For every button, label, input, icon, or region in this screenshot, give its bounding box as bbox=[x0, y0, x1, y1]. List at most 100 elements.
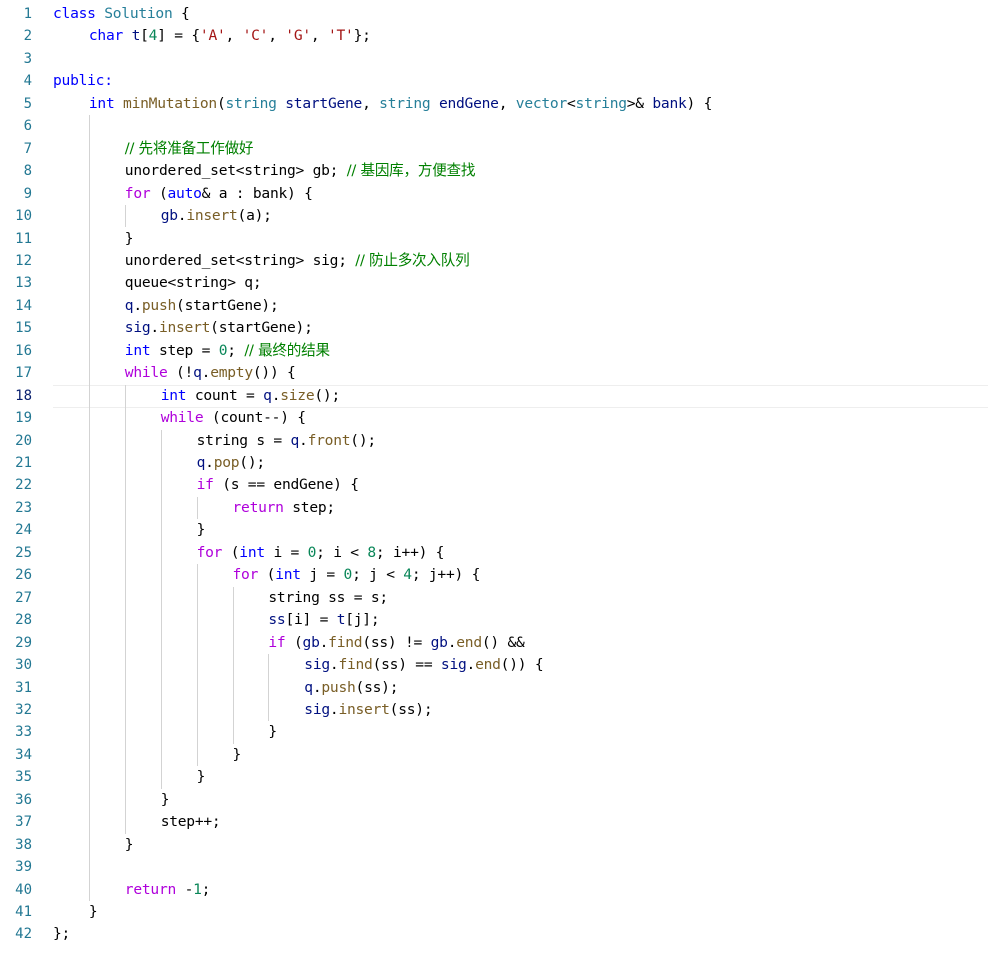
code-line[interactable]: 34} bbox=[0, 744, 988, 767]
code-line[interactable]: 19 while (count--) { bbox=[0, 407, 988, 430]
code-text: q.push(ss); bbox=[304, 677, 398, 700]
code-line[interactable]: 31 q.push(ss); bbox=[0, 677, 988, 700]
code-token: , bbox=[310, 27, 328, 45]
code-token: t bbox=[131, 27, 141, 45]
code-token: int bbox=[88, 94, 124, 112]
code-line[interactable]: 36} bbox=[0, 789, 988, 812]
code-token: . bbox=[201, 364, 211, 382]
code-line[interactable]: 39 bbox=[0, 856, 988, 879]
code-token: endGene bbox=[438, 94, 499, 112]
code-line[interactable]: 28 ss[i] = t[j]; bbox=[0, 609, 988, 632]
code-line[interactable]: 25 for (int i = 0; i < 8; i++) { bbox=[0, 542, 988, 565]
code-line[interactable]: 32 sig.insert(ss); bbox=[0, 699, 988, 722]
code-line[interactable]: 29 if (gb.find(ss) != gb.end() && bbox=[0, 632, 988, 655]
code-token: } bbox=[196, 768, 206, 786]
code-token: 4 bbox=[148, 27, 158, 45]
code-line[interactable]: 12 unordered_set<string> sig; // 防止多次入队列 bbox=[0, 250, 988, 273]
code-line[interactable]: 1 class Solution { bbox=[0, 3, 988, 26]
code-token: string bbox=[379, 94, 439, 112]
code-token: [i] = bbox=[285, 611, 337, 629]
code-token: for bbox=[232, 566, 267, 584]
code-token: & a : bank) { bbox=[201, 184, 313, 202]
line-number: 17 bbox=[15, 365, 32, 382]
code-line[interactable]: 41} bbox=[0, 901, 988, 924]
line-number: 7 bbox=[23, 140, 32, 157]
code-line[interactable]: 11} bbox=[0, 228, 988, 251]
code-token: q bbox=[193, 364, 202, 382]
code-line[interactable]: 24} bbox=[0, 519, 988, 542]
indent-guide bbox=[268, 654, 269, 722]
code-line[interactable]: 26 for (int j = 0; j < 4; j++) { bbox=[0, 564, 988, 587]
code-line[interactable]: 21 q.pop(); bbox=[0, 452, 988, 475]
code-token: 1 bbox=[193, 880, 202, 898]
line-number: 2 bbox=[23, 28, 32, 45]
code-token: 0 bbox=[307, 543, 317, 561]
code-line[interactable]: 6 bbox=[0, 115, 988, 138]
code-line[interactable]: 4 public: bbox=[0, 70, 988, 93]
code-token: 4 bbox=[403, 566, 412, 584]
code-token: } bbox=[160, 790, 170, 808]
code-token: (); bbox=[314, 386, 340, 404]
code-line[interactable]: 3 bbox=[0, 48, 988, 71]
code-token: { bbox=[172, 5, 190, 22]
code-token: q bbox=[196, 454, 206, 471]
code-token: gb bbox=[302, 633, 320, 651]
code-line[interactable]: 7 // 先将准备工作做好 bbox=[0, 138, 988, 161]
line-number: 40 bbox=[15, 881, 32, 898]
code-line[interactable]: 18 int count = q.size(); bbox=[0, 384, 988, 408]
code-line[interactable]: 20 string s = q.front(); bbox=[0, 430, 988, 453]
code-token: public: bbox=[53, 72, 113, 90]
code-line[interactable]: 23 return step; bbox=[0, 497, 988, 520]
code-token: ; bbox=[227, 341, 245, 359]
code-token: step; bbox=[292, 498, 335, 516]
code-token: char bbox=[88, 27, 132, 45]
code-token: sig bbox=[304, 656, 330, 674]
code-text: // 先将准备工作做好 bbox=[125, 138, 254, 161]
code-line[interactable]: 22 if (s == endGene) { bbox=[0, 474, 988, 497]
line-number: 16 bbox=[15, 342, 32, 359]
code-token: . bbox=[205, 454, 214, 471]
code-line[interactable]: 5 int minMutation(string startGene, strin… bbox=[0, 93, 988, 116]
code-line[interactable]: 16 int step = 0; // 最终的结果 bbox=[0, 340, 988, 363]
code-token: () && bbox=[481, 633, 525, 651]
code-line[interactable]: 9 for (auto& a : bank) { bbox=[0, 183, 988, 206]
code-line[interactable]: 33} bbox=[0, 721, 988, 744]
line-number: 20 bbox=[15, 432, 32, 449]
code-line[interactable]: 27 string ss = s; bbox=[0, 587, 988, 610]
code-token: step = bbox=[158, 341, 219, 359]
code-text: }; bbox=[53, 923, 70, 946]
code-line[interactable]: 40 return -1; bbox=[0, 879, 988, 902]
indent-guide bbox=[125, 205, 126, 228]
code-text: return step; bbox=[233, 497, 336, 520]
code-line[interactable]: 14 q.push(startGene); bbox=[0, 295, 988, 318]
code-token: push bbox=[141, 296, 177, 314]
code-line[interactable]: 2 char t[4] = {'A', 'C', 'G', 'T'}; bbox=[0, 25, 988, 48]
code-token: minMutation bbox=[123, 94, 217, 112]
code-token: if bbox=[268, 633, 294, 651]
code-token: (ss); bbox=[389, 700, 433, 718]
code-token: startGene bbox=[285, 94, 363, 112]
code-token: ; j++) { bbox=[411, 566, 481, 584]
code-line[interactable]: 17 while (!q.empty()) { bbox=[0, 362, 988, 385]
code-text: step++; bbox=[161, 811, 221, 834]
code-text: string s = q.front(); bbox=[197, 430, 377, 453]
code-line[interactable]: 8 unordered_set<string> gb; // 基因库，方便查找 bbox=[0, 160, 988, 183]
code-text: sig.insert(ss); bbox=[304, 699, 432, 722]
code-token: j = bbox=[309, 566, 344, 584]
code-token: q bbox=[290, 431, 300, 449]
code-token: , bbox=[362, 94, 380, 112]
code-token: Solution bbox=[104, 5, 173, 22]
line-number: 10 bbox=[15, 208, 32, 225]
code-line[interactable]: 38} bbox=[0, 834, 988, 857]
code-line[interactable]: 42}; bbox=[0, 923, 988, 946]
code-line[interactable]: 30 sig.find(ss) == sig.end()) { bbox=[0, 654, 988, 677]
code-token: . bbox=[271, 386, 281, 404]
code-line[interactable]: 15 sig.insert(startGene); bbox=[0, 317, 988, 340]
code-line[interactable]: 37 step++; bbox=[0, 811, 988, 834]
indent-guide bbox=[89, 115, 90, 901]
code-editor[interactable]: 1 class Solution {2 char t[4] = {'A', 'C',… bbox=[0, 0, 988, 960]
code-line[interactable]: 13 queue<string> q; bbox=[0, 272, 988, 295]
code-text: int minMutation(string startGene, string… bbox=[89, 93, 712, 116]
code-line[interactable]: 35} bbox=[0, 766, 988, 789]
code-line[interactable]: 10 gb.insert(a); bbox=[0, 205, 988, 228]
